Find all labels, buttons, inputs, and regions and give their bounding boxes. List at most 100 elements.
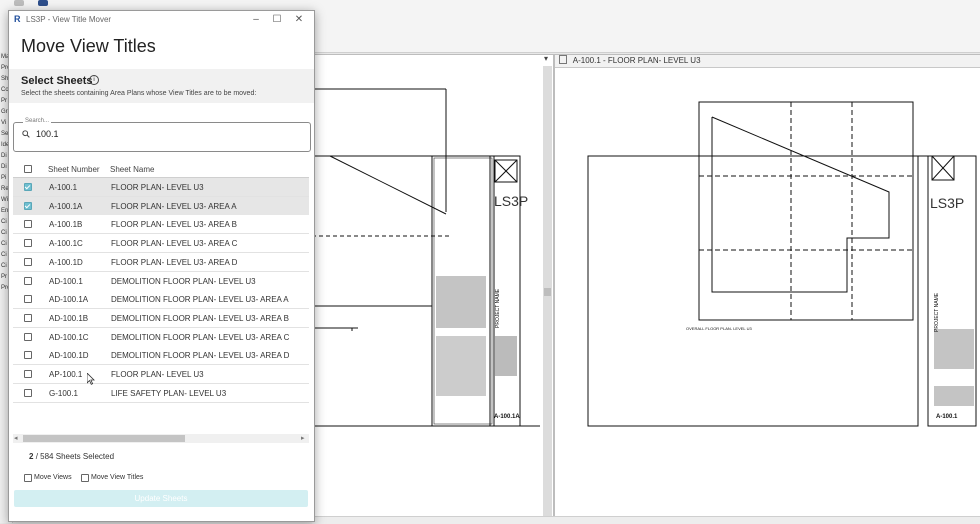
maximize-icon[interactable]: ☐ (271, 14, 283, 26)
close-icon[interactable]: ✕ (293, 14, 305, 26)
row-checkbox[interactable] (24, 220, 32, 229)
sheet-name-cell: FLOOR PLAN- LEVEL U3 (111, 183, 204, 192)
row-checkbox[interactable] (24, 295, 32, 304)
view-title-mover-dialog: R LS3P - View Title Mover – ☐ ✕ Move Vie… (8, 10, 315, 522)
sheet-name-cell: DEMOLITION FLOOR PLAN- LEVEL U3- AREA C (111, 332, 290, 342)
horizontal-scrollbar[interactable]: ◂ ▸ (13, 434, 309, 443)
properties-label: Di (1, 164, 7, 170)
mouse-cursor-icon (87, 373, 95, 385)
sheet-name-cell: DEMOLITION FLOOR PLAN- LEVEL U3- AREA B (111, 313, 289, 323)
view-tab-label: A-100.1 - FLOOR PLAN- LEVEL U3 (572, 56, 701, 65)
properties-label: Pi (1, 175, 7, 181)
sheet-name-cell: FLOOR PLAN- LEVEL U3- AREA C (111, 239, 238, 249)
drawing-canvas: LS3P PROJECT NAME A-100.1A OVERALL FLOOR… (312, 88, 977, 427)
table-row[interactable]: A-100.1 FLOOR PLAN- LEVEL U3 (13, 178, 309, 197)
properties-label: Ci (1, 263, 7, 269)
app-logo-icon: R (14, 14, 21, 24)
row-checkbox[interactable] (24, 313, 32, 322)
minimize-icon[interactable]: – (250, 14, 262, 26)
scroll-right-icon[interactable]: ▸ (301, 434, 305, 442)
properties-label: Di (1, 153, 7, 159)
select-all-checkbox[interactable] (24, 165, 32, 173)
sheet-number-cell: AD-100.1B (49, 313, 89, 323)
sheet-name-cell: DEMOLITION FLOOR PLAN- LEVEL U3- AREA D (111, 351, 290, 361)
window-title: LS3P - View Title Mover (26, 15, 112, 24)
sheet-name-cell: FLOOR PLAN- LEVEL U3- AREA B (111, 220, 237, 230)
table-row[interactable]: AD-100.1 DEMOLITION FLOOR PLAN- LEVEL U3 (13, 271, 309, 291)
sheet-number-cell: A-100.1A (49, 201, 83, 211)
sheet-number-cell: AD-100.1D (49, 351, 89, 361)
properties-label: Ci (1, 252, 7, 258)
table-row[interactable]: A-100.1C FLOOR PLAN- LEVEL U3- AREA C (13, 234, 309, 254)
column-header-sheet-number[interactable]: Sheet Number (48, 165, 100, 174)
section-description: Select the sheets containing Area Plans … (21, 90, 257, 97)
sheet-icon (559, 55, 567, 64)
table-row[interactable]: A-100.1A FLOOR PLAN- LEVEL U3- AREA A (13, 196, 309, 216)
row-checkbox[interactable] (24, 370, 32, 378)
sheet-number-cell: AD-100.1A (49, 295, 89, 305)
table-row[interactable]: AD-100.1B DEMOLITION FLOOR PLAN- LEVEL U3… (13, 308, 309, 328)
right-firm-logo: LS3P (930, 195, 964, 211)
left-sheet-number: A-100.1A (494, 414, 520, 420)
info-icon[interactable]: i (89, 75, 99, 85)
left-firm-logo: LS3P (494, 193, 528, 209)
app-icon[interactable] (14, 0, 24, 6)
table-row[interactable]: A-100.1B FLOOR PLAN- LEVEL U3- AREA B (13, 215, 309, 235)
properties-label: Ci (1, 230, 7, 236)
scroll-thumb[interactable] (23, 435, 185, 442)
dialog-heading: Move View Titles (21, 36, 156, 56)
sheet-name-cell: DEMOLITION FLOOR PLAN- LEVEL U3 (111, 276, 256, 286)
sheet-name-cell: FLOOR PLAN- LEVEL U3- AREA A (111, 201, 237, 211)
search-value: 100.1 (36, 129, 59, 139)
sheet-number-cell: AD-100.1 (49, 276, 83, 286)
sheet-number-cell: A-100.1B (49, 220, 83, 230)
scroll-left-icon[interactable]: ◂ (14, 434, 18, 442)
search-icon (22, 130, 30, 138)
move-views-label: Move Views (34, 474, 72, 481)
row-checkbox[interactable] (24, 388, 32, 397)
total-count: 584 (40, 452, 54, 461)
move-view-titles-label: Move View Titles (91, 474, 144, 481)
selected-count: 2 (29, 452, 34, 461)
app-icon-2[interactable] (38, 0, 48, 6)
table-header: Sheet Number Sheet Name (13, 159, 309, 178)
table-row[interactable]: AP-100.1 FLOOR PLAN- LEVEL U3 (13, 365, 309, 384)
properties-label: Pr (1, 98, 7, 104)
properties-label: Ci (1, 241, 7, 247)
row-checkbox[interactable] (24, 239, 32, 248)
count-separator: / (35, 452, 38, 461)
sheet-number-cell: A-100.1D (49, 257, 83, 267)
sheet-number-cell: A-100.1C (49, 239, 83, 249)
sheet-name-cell: FLOOR PLAN- LEVEL U3 (111, 370, 204, 379)
properties-label: Wi (1, 197, 8, 203)
table-row[interactable]: G-100.1 LIFE SAFETY PLAN- LEVEL U3 (13, 383, 309, 403)
properties-label: Ci (1, 219, 7, 225)
table-row[interactable]: AD-100.1A DEMOLITION FLOOR PLAN- LEVEL U3… (13, 290, 309, 310)
move-views-checkbox[interactable] (24, 474, 32, 482)
dialog-titlebar[interactable]: R LS3P - View Title Mover – ☐ ✕ (9, 11, 314, 29)
row-checkbox[interactable] (24, 257, 32, 266)
column-header-sheet-name[interactable]: Sheet Name (110, 165, 154, 174)
right-project-name-label: PROJECT NAME (934, 292, 940, 332)
sheet-number-cell: G-100.1 (49, 388, 78, 398)
row-checkbox[interactable] (24, 183, 32, 191)
row-checkbox[interactable] (24, 276, 32, 285)
table-row[interactable]: AD-100.1D DEMOLITION FLOOR PLAN- LEVEL U3… (13, 346, 309, 366)
table-row[interactable]: A-100.1D FLOOR PLAN- LEVEL U3- AREA D (13, 252, 309, 272)
properties-label: Vi (1, 120, 7, 126)
row-checkbox[interactable] (24, 351, 32, 360)
update-sheets-button[interactable]: Update Sheets (14, 490, 308, 507)
properties-label: Pr (1, 274, 7, 280)
sheet-number-cell: A-100.1 (49, 183, 78, 192)
table-row[interactable]: AD-100.1C DEMOLITION FLOOR PLAN- LEVEL U3… (13, 327, 309, 347)
right-sheet-number: A-100.1 (936, 414, 958, 420)
selection-count: 2 / 584 Sheets Selected (29, 452, 114, 461)
sheet-number-cell: AP-100.1 (49, 370, 83, 379)
right-view-title: OVERALL FLOOR PLAN- LEVEL U3 (686, 326, 753, 331)
row-checkbox[interactable] (24, 332, 32, 341)
count-suffix: Sheets Selected (55, 452, 115, 461)
row-checkbox[interactable] (24, 201, 32, 210)
tab-dropdown-icon[interactable]: ▾ (540, 54, 552, 64)
sheet-number-cell: AD-100.1C (49, 332, 89, 342)
move-view-titles-checkbox[interactable] (81, 474, 89, 482)
